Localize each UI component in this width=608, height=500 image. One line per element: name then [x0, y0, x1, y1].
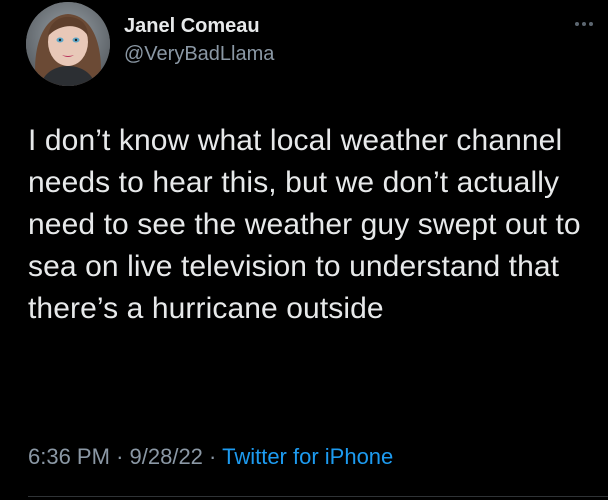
tweet-card: Janel Comeau @VeryBadLlama I don’t know … — [0, 0, 608, 500]
meta-separator: · — [116, 444, 124, 469]
more-icon[interactable] — [568, 14, 600, 34]
display-name[interactable]: Janel Comeau — [124, 14, 274, 38]
tweet-source-link[interactable]: Twitter for iPhone — [222, 444, 393, 469]
meta-separator: · — [209, 444, 217, 469]
avatar[interactable] — [26, 2, 110, 86]
profile-photo-icon — [26, 2, 110, 86]
more-dot — [582, 22, 586, 26]
tweet-meta: 6:36 PM · 9/28/22 · Twitter for iPhone — [28, 442, 393, 472]
more-dot — [589, 22, 593, 26]
tweet-time[interactable]: 6:36 PM — [28, 444, 110, 469]
more-dot — [575, 22, 579, 26]
tweet-date[interactable]: 9/28/22 — [130, 444, 203, 469]
divider — [28, 496, 608, 497]
user-info: Janel Comeau @VeryBadLlama — [124, 8, 274, 66]
handle[interactable]: @VeryBadLlama — [124, 42, 274, 66]
tweet-text: I don’t know what local weather channel … — [28, 124, 581, 325]
